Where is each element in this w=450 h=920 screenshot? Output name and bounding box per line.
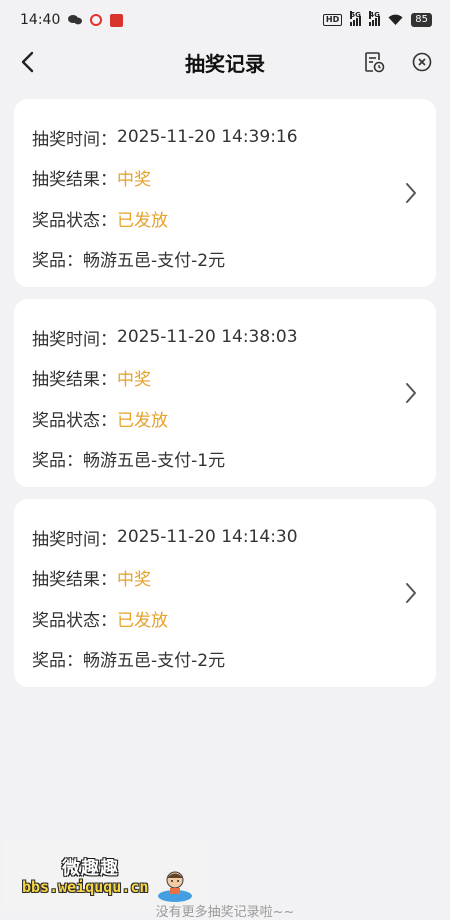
record-prize-label: 奖品： bbox=[32, 251, 83, 272]
record-time: 2025-11-20 14:14:30 bbox=[117, 527, 298, 548]
chevron-right-icon[interactable] bbox=[404, 382, 418, 404]
record-prize-label: 奖品： bbox=[32, 451, 83, 472]
record-card[interactable]: 抽奖时间： 2025-11-20 14:39:16 抽奖结果： 中奖 奖品状态：… bbox=[14, 99, 436, 287]
record-result-label: 抽奖结果： bbox=[32, 370, 117, 391]
record-prize-row: 奖品： 畅游五邑-支付-1元 bbox=[32, 439, 418, 480]
record-result: 中奖 bbox=[117, 170, 151, 191]
record-status: 已发放 bbox=[117, 610, 168, 631]
status-bar: 14:40 HD 5G 4G 85 bbox=[0, 0, 450, 40]
status-left: 14:40 bbox=[20, 12, 124, 28]
hd-icon: HD bbox=[322, 14, 343, 26]
record-time-row: 抽奖时间： 2025-11-20 14:14:30 bbox=[32, 517, 418, 558]
record-prize-row: 奖品： 畅游五邑-支付-2元 bbox=[32, 639, 418, 680]
record-prize: 畅游五邑-支付-1元 bbox=[83, 451, 226, 472]
record-time-label: 抽奖时间： bbox=[32, 529, 117, 550]
record-list: 抽奖时间： 2025-11-20 14:39:16 抽奖结果： 中奖 奖品状态：… bbox=[0, 84, 450, 687]
record-status: 已发放 bbox=[117, 210, 168, 231]
record-card[interactable]: 抽奖时间： 2025-11-20 14:38:03 抽奖结果： 中奖 奖品状态：… bbox=[14, 299, 436, 487]
record-prize-row: 奖品： 畅游五邑-支付-2元 bbox=[32, 239, 418, 280]
page-title: 抽奖记录 bbox=[185, 51, 265, 76]
back-arrow-icon[interactable] bbox=[16, 50, 40, 74]
record-status-label: 奖品状态： bbox=[32, 410, 117, 431]
record-status: 已发放 bbox=[117, 410, 168, 431]
record-result-row: 抽奖结果： 中奖 bbox=[32, 358, 418, 399]
watermark: 微趣趣 bbs.weiququ.cn bbox=[4, 838, 206, 910]
history-document-icon[interactable] bbox=[362, 50, 386, 74]
record-time: 2025-11-20 14:39:16 bbox=[117, 127, 298, 148]
record-result-label: 抽奖结果： bbox=[32, 170, 117, 191]
record-time: 2025-11-20 14:38:03 bbox=[117, 327, 298, 348]
wifi-icon bbox=[388, 14, 403, 26]
record-card[interactable]: 抽奖时间： 2025-11-20 14:14:30 抽奖结果： 中奖 奖品状态：… bbox=[14, 499, 436, 687]
signal-4g-icon: 4G bbox=[369, 11, 381, 26]
no-more-records-text: 没有更多抽奖记录啦~~ bbox=[155, 905, 295, 920]
watermark-title: 微趣趣 bbox=[62, 858, 119, 879]
record-result-row: 抽奖结果： 中奖 bbox=[32, 158, 418, 199]
record-status-row: 奖品状态： 已发放 bbox=[32, 398, 418, 439]
close-circle-icon[interactable] bbox=[410, 50, 434, 74]
record-result: 中奖 bbox=[117, 570, 151, 591]
signal-5g-icon: 5G bbox=[350, 11, 362, 26]
chevron-right-icon[interactable] bbox=[404, 582, 418, 604]
chevron-right-icon[interactable] bbox=[404, 182, 418, 204]
record-result-label: 抽奖结果： bbox=[32, 570, 117, 591]
record-prize: 畅游五邑-支付-2元 bbox=[83, 251, 226, 272]
status-right: HD 5G 4G 85 bbox=[322, 11, 432, 27]
record-time-label: 抽奖时间： bbox=[32, 129, 117, 150]
record-status-label: 奖品状态： bbox=[32, 210, 117, 231]
nav-bar: 抽奖记录 bbox=[0, 40, 450, 84]
record-status-row: 奖品状态： 已发放 bbox=[32, 198, 418, 239]
record-status-row: 奖品状态： 已发放 bbox=[32, 598, 418, 639]
mascot-icon bbox=[156, 866, 194, 904]
record-result-row: 抽奖结果： 中奖 bbox=[32, 558, 418, 599]
status-time: 14:40 bbox=[20, 12, 61, 28]
ring-icon bbox=[90, 14, 103, 26]
record-result: 中奖 bbox=[117, 370, 151, 391]
record-status-label: 奖品状态： bbox=[32, 610, 117, 631]
record-prize-label: 奖品： bbox=[32, 651, 83, 672]
record-prize: 畅游五邑-支付-2元 bbox=[83, 651, 226, 672]
record-time-row: 抽奖时间： 2025-11-20 14:38:03 bbox=[32, 317, 418, 358]
app-notification-icon bbox=[110, 13, 124, 27]
record-time-row: 抽奖时间： 2025-11-20 14:39:16 bbox=[32, 117, 418, 158]
chat-icon bbox=[68, 15, 83, 25]
nav-actions bbox=[362, 50, 434, 74]
record-time-label: 抽奖时间： bbox=[32, 329, 117, 350]
battery-icon: 85 bbox=[411, 13, 432, 27]
watermark-url: bbs.weiququ.cn bbox=[22, 878, 149, 896]
